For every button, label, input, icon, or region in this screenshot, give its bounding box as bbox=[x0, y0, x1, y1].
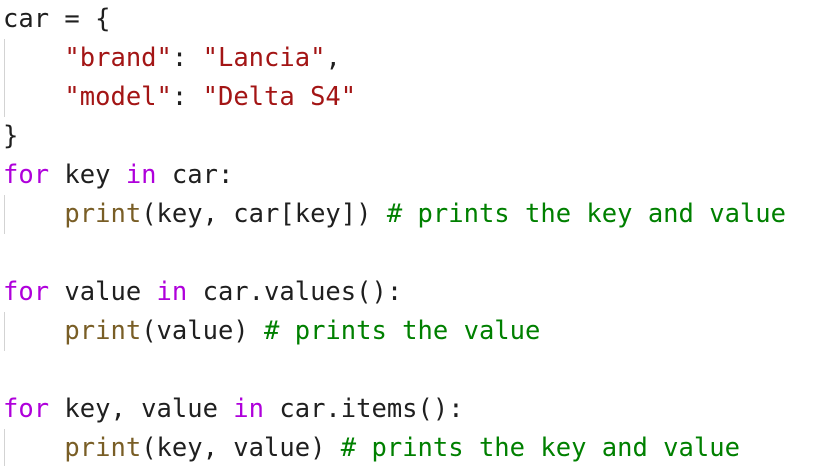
variable-token: key, value bbox=[49, 394, 234, 424]
arguments-token: (value) bbox=[141, 316, 265, 346]
operator-token: = { bbox=[49, 4, 111, 34]
code-line-9: print(value) # prints the value bbox=[3, 312, 540, 351]
punctuation-token: : bbox=[171, 43, 203, 73]
code-line-5: for key in car: bbox=[3, 156, 233, 195]
variable-token: car: bbox=[156, 160, 234, 190]
string-token: "brand" bbox=[64, 43, 172, 73]
code-line-4: } bbox=[3, 117, 18, 156]
code-line-6: print(key, car[key]) # prints the key an… bbox=[3, 195, 786, 234]
keyword-token: in bbox=[156, 277, 188, 307]
punctuation-token: : bbox=[171, 82, 203, 112]
code-line-12: print(key, value) # prints the key and v… bbox=[3, 429, 740, 466]
code-line-1: car = { bbox=[3, 0, 110, 39]
arguments-token: (key, value) bbox=[141, 433, 341, 463]
code-line-8: for value in car.values(): bbox=[3, 273, 402, 312]
code-line-11: for key, value in car.items(): bbox=[3, 390, 464, 429]
keyword-token: for bbox=[3, 277, 50, 307]
function-token: print bbox=[64, 316, 142, 346]
function-token: print bbox=[64, 199, 142, 229]
comment-token: # prints the value bbox=[264, 316, 541, 346]
arguments-token: (key, car[key]) bbox=[141, 199, 387, 229]
keyword-token: for bbox=[3, 394, 50, 424]
punctuation-token: , bbox=[325, 43, 341, 73]
variable-token: car.values(): bbox=[187, 277, 403, 307]
variable-token: value bbox=[49, 277, 157, 307]
comment-token: # prints the key and value bbox=[386, 199, 786, 229]
variable-token: car.items(): bbox=[264, 394, 464, 424]
code-editor[interactable]: car = { "brand": "Lancia", "model": "Del… bbox=[0, 0, 818, 466]
variable-token: key bbox=[49, 160, 126, 190]
keyword-token: in bbox=[125, 160, 157, 190]
function-token: print bbox=[64, 433, 142, 463]
keyword-token: in bbox=[233, 394, 265, 424]
string-token: "Lancia" bbox=[202, 43, 326, 73]
code-line-2: "brand": "Lancia", bbox=[3, 39, 341, 78]
variable-token: car bbox=[3, 4, 50, 34]
string-token: "model" bbox=[64, 82, 172, 112]
string-token: "Delta S4" bbox=[202, 82, 357, 112]
comment-token: # prints the key and value bbox=[340, 433, 740, 463]
keyword-token: for bbox=[3, 160, 50, 190]
code-line-3: "model": "Delta S4" bbox=[3, 78, 356, 117]
punctuation-token: } bbox=[3, 121, 19, 151]
